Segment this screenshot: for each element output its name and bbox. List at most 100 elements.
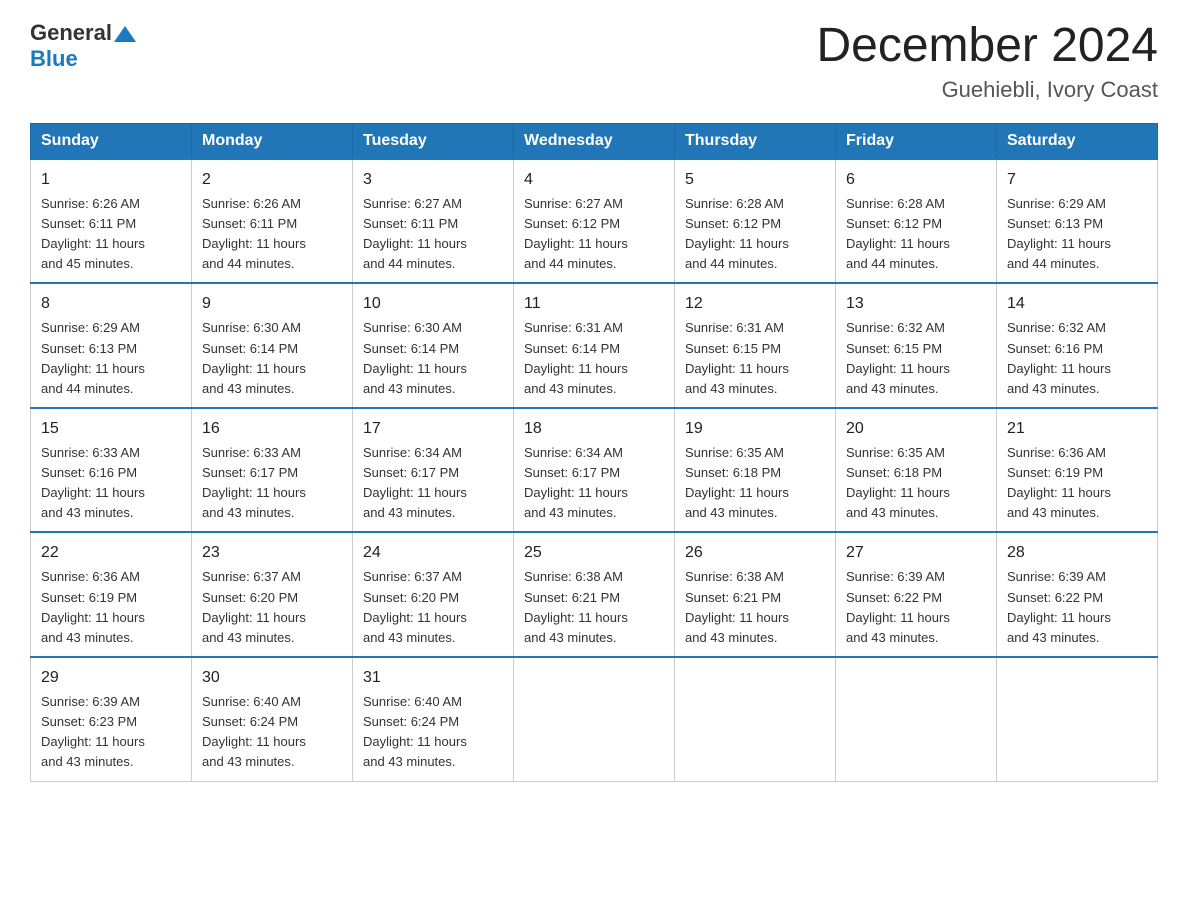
day-info: Sunrise: 6:28 AMSunset: 6:12 PMDaylight:… <box>846 194 986 275</box>
day-number: 25 <box>524 541 664 565</box>
day-number: 29 <box>41 666 181 690</box>
calendar-cell: 25Sunrise: 6:38 AMSunset: 6:21 PMDayligh… <box>514 532 675 657</box>
logo-general-text: General <box>30 20 112 46</box>
day-info: Sunrise: 6:27 AMSunset: 6:12 PMDaylight:… <box>524 194 664 275</box>
calendar-cell: 19Sunrise: 6:35 AMSunset: 6:18 PMDayligh… <box>675 408 836 533</box>
day-number: 9 <box>202 292 342 316</box>
calendar-cell <box>836 657 997 781</box>
calendar-cell: 10Sunrise: 6:30 AMSunset: 6:14 PMDayligh… <box>353 283 514 408</box>
calendar-subtitle: Guehiebli, Ivory Coast <box>816 77 1158 103</box>
day-number: 21 <box>1007 417 1147 441</box>
logo: General Blue <box>30 20 136 72</box>
day-number: 24 <box>363 541 503 565</box>
logo-triangle-icon <box>114 24 136 44</box>
day-number: 6 <box>846 168 986 192</box>
day-info: Sunrise: 6:40 AMSunset: 6:24 PMDaylight:… <box>202 692 342 773</box>
calendar-cell: 9Sunrise: 6:30 AMSunset: 6:14 PMDaylight… <box>192 283 353 408</box>
day-number: 15 <box>41 417 181 441</box>
calendar-cell: 2Sunrise: 6:26 AMSunset: 6:11 PMDaylight… <box>192 159 353 284</box>
calendar-cell: 30Sunrise: 6:40 AMSunset: 6:24 PMDayligh… <box>192 657 353 781</box>
day-info: Sunrise: 6:38 AMSunset: 6:21 PMDaylight:… <box>524 567 664 648</box>
day-info: Sunrise: 6:40 AMSunset: 6:24 PMDaylight:… <box>363 692 503 773</box>
day-info: Sunrise: 6:36 AMSunset: 6:19 PMDaylight:… <box>41 567 181 648</box>
day-info: Sunrise: 6:39 AMSunset: 6:22 PMDaylight:… <box>1007 567 1147 648</box>
day-info: Sunrise: 6:34 AMSunset: 6:17 PMDaylight:… <box>363 443 503 524</box>
day-info: Sunrise: 6:37 AMSunset: 6:20 PMDaylight:… <box>202 567 342 648</box>
calendar-week-row: 15Sunrise: 6:33 AMSunset: 6:16 PMDayligh… <box>31 408 1158 533</box>
calendar-cell: 26Sunrise: 6:38 AMSunset: 6:21 PMDayligh… <box>675 532 836 657</box>
day-info: Sunrise: 6:30 AMSunset: 6:14 PMDaylight:… <box>202 318 342 399</box>
calendar-cell: 8Sunrise: 6:29 AMSunset: 6:13 PMDaylight… <box>31 283 192 408</box>
day-number: 31 <box>363 666 503 690</box>
calendar-cell: 29Sunrise: 6:39 AMSunset: 6:23 PMDayligh… <box>31 657 192 781</box>
day-number: 12 <box>685 292 825 316</box>
day-info: Sunrise: 6:36 AMSunset: 6:19 PMDaylight:… <box>1007 443 1147 524</box>
day-info: Sunrise: 6:35 AMSunset: 6:18 PMDaylight:… <box>685 443 825 524</box>
calendar-cell: 24Sunrise: 6:37 AMSunset: 6:20 PMDayligh… <box>353 532 514 657</box>
calendar-week-row: 1Sunrise: 6:26 AMSunset: 6:11 PMDaylight… <box>31 159 1158 284</box>
column-header-thursday: Thursday <box>675 123 836 159</box>
calendar-cell: 4Sunrise: 6:27 AMSunset: 6:12 PMDaylight… <box>514 159 675 284</box>
day-number: 28 <box>1007 541 1147 565</box>
calendar-header-row: SundayMondayTuesdayWednesdayThursdayFrid… <box>31 123 1158 159</box>
day-info: Sunrise: 6:38 AMSunset: 6:21 PMDaylight:… <box>685 567 825 648</box>
day-info: Sunrise: 6:26 AMSunset: 6:11 PMDaylight:… <box>202 194 342 275</box>
day-number: 20 <box>846 417 986 441</box>
column-header-sunday: Sunday <box>31 123 192 159</box>
calendar-table: SundayMondayTuesdayWednesdayThursdayFrid… <box>30 123 1158 782</box>
calendar-title: December 2024 <box>816 20 1158 73</box>
day-number: 22 <box>41 541 181 565</box>
day-info: Sunrise: 6:34 AMSunset: 6:17 PMDaylight:… <box>524 443 664 524</box>
day-number: 5 <box>685 168 825 192</box>
calendar-cell: 31Sunrise: 6:40 AMSunset: 6:24 PMDayligh… <box>353 657 514 781</box>
day-number: 19 <box>685 417 825 441</box>
day-number: 27 <box>846 541 986 565</box>
calendar-cell: 11Sunrise: 6:31 AMSunset: 6:14 PMDayligh… <box>514 283 675 408</box>
day-number: 1 <box>41 168 181 192</box>
calendar-cell: 16Sunrise: 6:33 AMSunset: 6:17 PMDayligh… <box>192 408 353 533</box>
column-header-friday: Friday <box>836 123 997 159</box>
title-area: December 2024 Guehiebli, Ivory Coast <box>816 20 1158 103</box>
day-info: Sunrise: 6:29 AMSunset: 6:13 PMDaylight:… <box>41 318 181 399</box>
calendar-cell: 5Sunrise: 6:28 AMSunset: 6:12 PMDaylight… <box>675 159 836 284</box>
page-header: General Blue December 2024 Guehiebli, Iv… <box>30 20 1158 103</box>
day-info: Sunrise: 6:27 AMSunset: 6:11 PMDaylight:… <box>363 194 503 275</box>
logo-blue-text: Blue <box>30 46 78 71</box>
column-header-wednesday: Wednesday <box>514 123 675 159</box>
column-header-saturday: Saturday <box>997 123 1158 159</box>
day-number: 26 <box>685 541 825 565</box>
day-number: 11 <box>524 292 664 316</box>
day-number: 14 <box>1007 292 1147 316</box>
calendar-cell: 17Sunrise: 6:34 AMSunset: 6:17 PMDayligh… <box>353 408 514 533</box>
calendar-cell: 18Sunrise: 6:34 AMSunset: 6:17 PMDayligh… <box>514 408 675 533</box>
day-number: 18 <box>524 417 664 441</box>
calendar-cell: 22Sunrise: 6:36 AMSunset: 6:19 PMDayligh… <box>31 532 192 657</box>
calendar-cell: 27Sunrise: 6:39 AMSunset: 6:22 PMDayligh… <box>836 532 997 657</box>
day-number: 16 <box>202 417 342 441</box>
day-number: 23 <box>202 541 342 565</box>
calendar-cell: 6Sunrise: 6:28 AMSunset: 6:12 PMDaylight… <box>836 159 997 284</box>
day-info: Sunrise: 6:26 AMSunset: 6:11 PMDaylight:… <box>41 194 181 275</box>
day-info: Sunrise: 6:30 AMSunset: 6:14 PMDaylight:… <box>363 318 503 399</box>
calendar-cell: 21Sunrise: 6:36 AMSunset: 6:19 PMDayligh… <box>997 408 1158 533</box>
day-number: 30 <box>202 666 342 690</box>
calendar-cell: 3Sunrise: 6:27 AMSunset: 6:11 PMDaylight… <box>353 159 514 284</box>
column-header-tuesday: Tuesday <box>353 123 514 159</box>
calendar-cell: 13Sunrise: 6:32 AMSunset: 6:15 PMDayligh… <box>836 283 997 408</box>
day-number: 3 <box>363 168 503 192</box>
calendar-cell <box>997 657 1158 781</box>
day-number: 8 <box>41 292 181 316</box>
calendar-cell: 14Sunrise: 6:32 AMSunset: 6:16 PMDayligh… <box>997 283 1158 408</box>
calendar-cell <box>514 657 675 781</box>
day-info: Sunrise: 6:29 AMSunset: 6:13 PMDaylight:… <box>1007 194 1147 275</box>
day-info: Sunrise: 6:31 AMSunset: 6:15 PMDaylight:… <box>685 318 825 399</box>
calendar-cell: 20Sunrise: 6:35 AMSunset: 6:18 PMDayligh… <box>836 408 997 533</box>
day-number: 13 <box>846 292 986 316</box>
day-info: Sunrise: 6:35 AMSunset: 6:18 PMDaylight:… <box>846 443 986 524</box>
day-info: Sunrise: 6:37 AMSunset: 6:20 PMDaylight:… <box>363 567 503 648</box>
calendar-cell: 1Sunrise: 6:26 AMSunset: 6:11 PMDaylight… <box>31 159 192 284</box>
calendar-cell: 15Sunrise: 6:33 AMSunset: 6:16 PMDayligh… <box>31 408 192 533</box>
day-number: 17 <box>363 417 503 441</box>
day-info: Sunrise: 6:39 AMSunset: 6:22 PMDaylight:… <box>846 567 986 648</box>
calendar-week-row: 8Sunrise: 6:29 AMSunset: 6:13 PMDaylight… <box>31 283 1158 408</box>
